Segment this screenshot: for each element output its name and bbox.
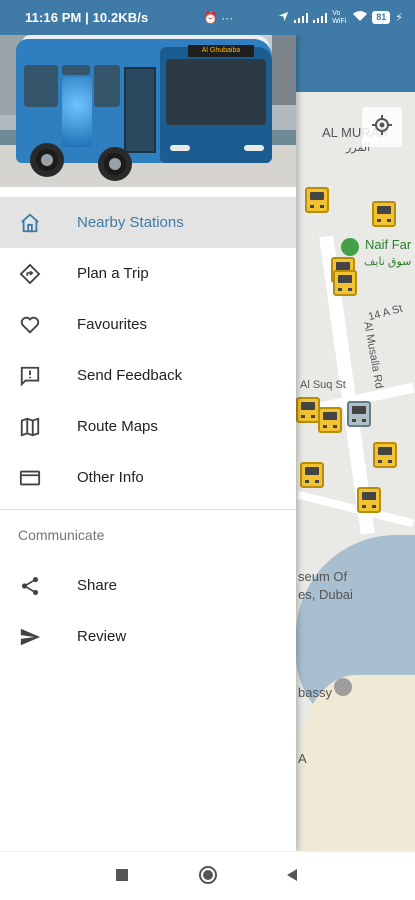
- back-triangle-icon: [285, 868, 299, 887]
- bus-stop-marker[interactable]: [333, 270, 357, 296]
- crosshair-icon: [371, 114, 393, 141]
- signal-2-icon: [313, 12, 328, 23]
- card-icon: [18, 466, 42, 490]
- menu-label: Other Info: [77, 469, 144, 486]
- bus-window: [94, 65, 120, 107]
- map-label: A: [298, 751, 307, 766]
- status-extra: ⏰ ···: [202, 10, 234, 25]
- bus-destination-sign: Al Ghubaiba: [188, 45, 254, 57]
- map-icon: [18, 415, 42, 439]
- bus-window: [62, 65, 90, 75]
- map-label: es, Dubai: [298, 587, 353, 602]
- menu-label: Nearby Stations: [77, 214, 184, 231]
- park-marker-icon[interactable]: [341, 238, 359, 256]
- bus-stop-marker[interactable]: [357, 487, 381, 513]
- share-icon: [18, 574, 42, 598]
- menu-label: Route Maps: [77, 418, 158, 435]
- menu-item-share[interactable]: Share: [0, 560, 296, 611]
- bus-stop-marker[interactable]: [300, 462, 324, 488]
- signal-icon: [294, 12, 309, 23]
- circle-icon: [198, 865, 218, 890]
- map-label: سوق نايف: [364, 256, 412, 268]
- menu-item-route-maps[interactable]: Route Maps: [0, 401, 296, 452]
- menu-label: Send Feedback: [77, 367, 183, 384]
- bus-stop-marker[interactable]: [296, 397, 320, 423]
- menu-label: Review: [77, 628, 127, 645]
- send-icon: [18, 625, 42, 649]
- menu-item-send-feedback[interactable]: Send Feedback: [0, 350, 296, 401]
- wifi-icon: [353, 10, 368, 25]
- menu-item-review[interactable]: Review: [0, 611, 296, 662]
- navigation-drawer: Al Ghubaiba Nearby Stations Plan a Trip …: [0, 35, 296, 851]
- charging-icon: ⚡: [395, 12, 403, 24]
- menu-item-other-info[interactable]: Other Info: [0, 452, 296, 503]
- section-title-communicate: Communicate: [18, 527, 105, 543]
- vowifi-label: Vo WiFi: [332, 9, 347, 25]
- current-bus-marker[interactable]: [347, 401, 371, 427]
- menu-item-nearby-stations[interactable]: Nearby Stations: [0, 197, 296, 248]
- feedback-icon: [18, 364, 42, 388]
- status-bar: 11:16 PM | 10.2KB/s ⏰ ··· Vo WiFi 81 ⚡: [0, 0, 415, 35]
- my-location-button[interactable]: [362, 107, 402, 147]
- home-button[interactable]: [196, 865, 220, 889]
- bus-wheel: [98, 147, 132, 181]
- map-label: seum Of: [298, 569, 348, 584]
- menu-item-plan-a-trip[interactable]: Plan a Trip: [0, 248, 296, 299]
- bus-graphic: [62, 77, 92, 147]
- menu-item-favourites[interactable]: Favourites: [0, 299, 296, 350]
- place-marker-icon[interactable]: [334, 678, 352, 696]
- directions-icon: [18, 262, 42, 286]
- drawer-menu: Nearby Stations Plan a Trip Favourites S…: [0, 187, 296, 662]
- bus-door: [124, 67, 156, 153]
- map-sand: [300, 675, 415, 851]
- back-button[interactable]: [280, 865, 304, 889]
- heart-icon: [18, 313, 42, 337]
- header-building: [272, 35, 296, 105]
- map-label: Naif Far: [365, 237, 412, 252]
- bus-wheel: [30, 143, 64, 177]
- drawer-header-image: Al Ghubaiba: [0, 35, 296, 187]
- bus-window: [24, 65, 58, 107]
- map-label: Al Suq St: [300, 379, 346, 391]
- bus-headlight: [244, 145, 264, 151]
- location-icon: [278, 11, 289, 25]
- status-icons: ⏰ ··· Vo WiFi 81 ⚡: [203, 10, 403, 26]
- map-label: bassy: [298, 685, 332, 700]
- bus-stop-marker[interactable]: [372, 201, 396, 227]
- menu-label: Share: [77, 577, 118, 594]
- menu-label: Favourites: [77, 316, 148, 333]
- menu-label: Plan a Trip: [77, 265, 149, 282]
- bus-headlight: [170, 145, 190, 151]
- bus-stop-marker[interactable]: [373, 442, 397, 468]
- home-icon: [18, 211, 42, 235]
- square-icon: [115, 868, 129, 887]
- bus-windshield: [166, 59, 266, 125]
- bus-stop-marker[interactable]: [318, 407, 342, 433]
- recent-apps-button[interactable]: [110, 865, 134, 889]
- system-navigation-bar: [0, 851, 415, 900]
- bus-stop-marker[interactable]: [305, 187, 329, 213]
- battery-icon: 81: [372, 11, 391, 24]
- status-time: 11:16 PM | 10.2KB/s: [25, 10, 149, 25]
